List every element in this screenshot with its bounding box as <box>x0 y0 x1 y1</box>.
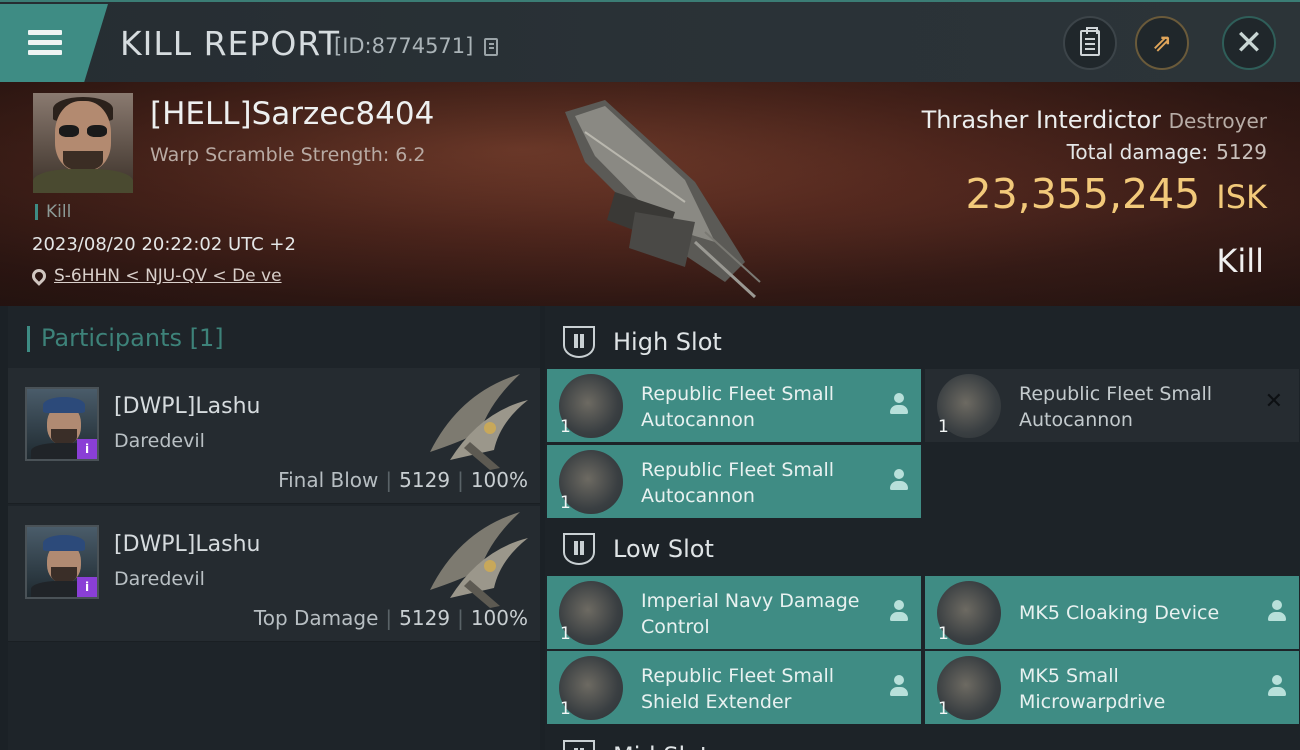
person-icon[interactable] <box>1267 675 1287 697</box>
clipboard-button[interactable] <box>1063 16 1117 70</box>
participant-ship: Daredevil <box>114 568 205 590</box>
module-quantity: 1 <box>560 493 571 513</box>
menu-button[interactable] <box>0 4 108 82</box>
kill-datetime: 2023/08/20 20:22:02 UTC +2 <box>32 234 296 255</box>
module-quantity: 1 <box>938 699 949 719</box>
close-icon: ✕ <box>1234 23 1264 63</box>
person-icon[interactable] <box>889 393 909 415</box>
participant-ship-image <box>430 512 528 608</box>
participant-ship-image <box>430 374 528 470</box>
stat-percent: 100% <box>470 606 528 630</box>
ship-name-text: Thrasher Interdictor <box>921 106 1161 134</box>
total-damage-value: 5129 <box>1216 140 1267 164</box>
share-icon: ⇗ <box>1151 29 1173 57</box>
high-slot-label: High Slot <box>613 328 722 356</box>
stat-damage: 5129 <box>399 606 451 630</box>
victim-ship-name[interactable]: Thrasher Interdictor Destroyer <box>922 106 1267 134</box>
participant-row[interactable]: i [DWPL]Lashu Daredevil Top Damage | 5129 |… <box>8 506 540 642</box>
stat-label: Final Blow <box>278 468 379 492</box>
kill-tag: Kill <box>35 204 71 221</box>
module-quantity: 1 <box>560 624 571 644</box>
avatar[interactable]: i <box>25 525 99 599</box>
ship-class-text: Destroyer <box>1168 109 1267 133</box>
fitted-module[interactable]: 1 Republic Fleet Small Shield Extender <box>547 651 921 724</box>
clipboard-icon <box>1080 27 1100 56</box>
copy-icon[interactable] <box>484 38 498 56</box>
low-slot-icon <box>563 533 595 565</box>
module-quantity: 1 <box>560 417 571 437</box>
fitting-panel: High Slot 1 Republic Fleet Small Autocan… <box>545 306 1300 750</box>
stat-percent: 100% <box>470 468 528 492</box>
destroyed-x-icon: ✕ <box>1264 389 1283 414</box>
participant-ship: Daredevil <box>114 430 205 452</box>
isk-value: 23,355,245 ISK <box>966 170 1267 218</box>
victim-pilot-name[interactable]: [HELL]Sarzec8404 <box>150 96 434 132</box>
low-slot-header: Low Slot <box>545 517 1300 579</box>
total-damage: Total damage: 5129 <box>1067 140 1267 164</box>
person-icon[interactable] <box>1267 600 1287 622</box>
isk-amount: 23,355,245 <box>965 170 1201 218</box>
module-quantity: 1 <box>938 417 949 437</box>
page-title: KILL REPORT <box>120 24 340 63</box>
result-label: Kill <box>1216 242 1264 280</box>
high-slot-icon <box>563 326 595 358</box>
participants-title: Participants [1] <box>41 324 224 352</box>
fitted-module[interactable]: 1 Republic Fleet Small Autocannon <box>547 445 921 518</box>
module-name: Republic Fleet Small Autocannon <box>641 383 835 431</box>
info-badge-icon: i <box>77 439 97 459</box>
share-button[interactable]: ⇗ <box>1135 16 1189 70</box>
kill-location[interactable]: S-6HHN < NJU-QV < De ve <box>29 266 282 286</box>
module-name: Imperial Navy Damage Control <box>641 590 860 638</box>
header-bar: KILL REPORT [ID:8774571] ⇗ ✕ <box>0 0 1300 82</box>
victim-summary: [HELL]Sarzec8404 Warp Scramble Strength:… <box>0 82 1300 306</box>
participant-name[interactable]: [DWPL]Lashu <box>114 532 260 557</box>
fitted-module[interactable]: 1 MK5 Small Microwarpdrive <box>925 651 1299 724</box>
isk-unit: ISK <box>1216 178 1267 216</box>
person-icon[interactable] <box>889 469 909 491</box>
module-name: Republic Fleet Small Shield Extender <box>641 665 835 713</box>
low-slot-label: Low Slot <box>613 535 714 563</box>
victim-portrait[interactable] <box>33 93 133 193</box>
participant-stats: Top Damage | 5129 | 100% <box>253 606 528 630</box>
module-name: Republic Fleet Small Autocannon <box>1019 383 1213 431</box>
module-quantity: 1 <box>938 624 949 644</box>
participant-name[interactable]: [DWPL]Lashu <box>114 394 260 419</box>
participants-header: Participants [1] <box>8 306 540 368</box>
report-id: [ID:8774571] <box>334 34 474 58</box>
participants-panel: Participants [1] i [DWPL]Lashu Daredevil… <box>8 306 540 750</box>
participant-row[interactable]: i [DWPL]Lashu Daredevil Final Blow | 5129 |… <box>8 368 540 504</box>
stat-damage: 5129 <box>399 468 451 492</box>
location-link[interactable]: S-6HHN < NJU-QV < De ve <box>54 266 282 286</box>
person-icon[interactable] <box>889 675 909 697</box>
fitted-module[interactable]: 1 Imperial Navy Damage Control <box>547 576 921 649</box>
participant-stats: Final Blow | 5129 | 100% <box>278 468 528 492</box>
stat-label: Top Damage <box>253 606 379 630</box>
high-slot-header: High Slot <box>545 310 1300 372</box>
fitted-module[interactable]: 1 Republic Fleet Small Autocannon <box>547 369 921 442</box>
hamburger-menu-icon <box>28 30 62 56</box>
location-pin-icon <box>29 266 49 286</box>
info-badge-icon: i <box>77 577 97 597</box>
close-button[interactable]: ✕ <box>1222 16 1276 70</box>
fitted-module[interactable]: 1 MK5 Cloaking Device <box>925 576 1299 649</box>
module-name: MK5 Small Microwarpdrive <box>1019 665 1166 713</box>
mid-slot-label: Mid Slot <box>613 742 709 750</box>
victim-ship-image <box>565 100 761 299</box>
module-name: MK5 Cloaking Device <box>1019 602 1220 624</box>
person-icon[interactable] <box>889 600 909 622</box>
destroyed-module[interactable]: 1 Republic Fleet Small Autocannon ✕ <box>925 369 1299 442</box>
module-quantity: 1 <box>560 699 571 719</box>
module-name: Republic Fleet Small Autocannon <box>641 459 835 507</box>
avatar[interactable]: i <box>25 387 99 461</box>
mid-slot-header: Mid Slot <box>545 724 1300 750</box>
mid-slot-icon <box>563 740 595 750</box>
total-damage-label: Total damage: <box>1066 140 1209 164</box>
warp-scramble-strength: Warp Scramble Strength: 6.2 <box>150 144 426 166</box>
